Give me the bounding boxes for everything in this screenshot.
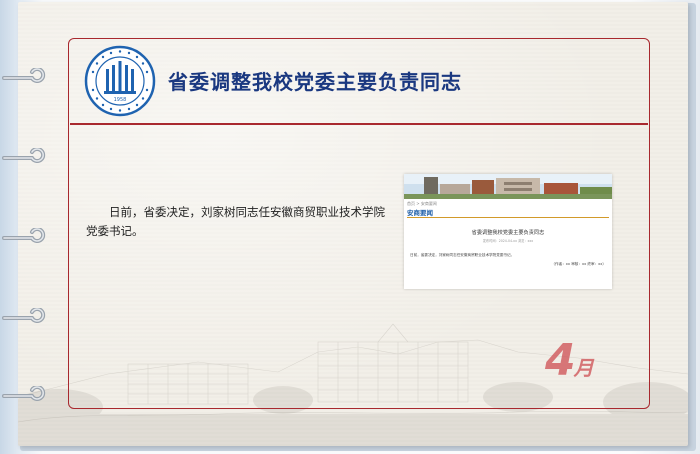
news-meta: 发布时间：2024-04-xx 浏览：xxx — [482, 239, 534, 243]
news-section-rule — [407, 217, 609, 218]
binder-ring-icon — [2, 386, 46, 401]
campus-banner-photo — [404, 174, 612, 199]
binder-ring-icon — [2, 68, 46, 83]
news-headline: 省委调整我校党委主要负责同志 — [471, 230, 545, 236]
binder-ring-icon — [2, 148, 46, 163]
article-body: 日前，省委决定，刘家树同志任安徽商贸职业技术学院党委书记。 — [86, 205, 385, 238]
svg-text:1958: 1958 — [114, 97, 127, 103]
frame-divider — [70, 123, 648, 125]
news-body-line: 日前，省委决定，刘家树同志任安徽商贸职业技术学院党委书记。 — [410, 253, 515, 257]
news-page-thumbnail: 首页 > 安商要闻 安商要闻 省委调整我校党委主要负责同志 发布时间：2024-… — [404, 174, 612, 289]
news-signature: （作者：xx 审核：xx 终审：xx） — [551, 262, 606, 266]
month-number: 4 — [545, 335, 576, 386]
binder-ring-icon — [2, 228, 46, 243]
article-title: 省委调整我校党委主要负责同志 — [168, 70, 462, 94]
binder-ring-icon — [2, 308, 46, 323]
month-unit: 月 — [573, 356, 594, 380]
school-emblem-icon: 1958 — [84, 45, 156, 117]
news-section-title: 安商要闻 — [407, 209, 433, 217]
month-stamp: 4月 — [545, 335, 594, 386]
